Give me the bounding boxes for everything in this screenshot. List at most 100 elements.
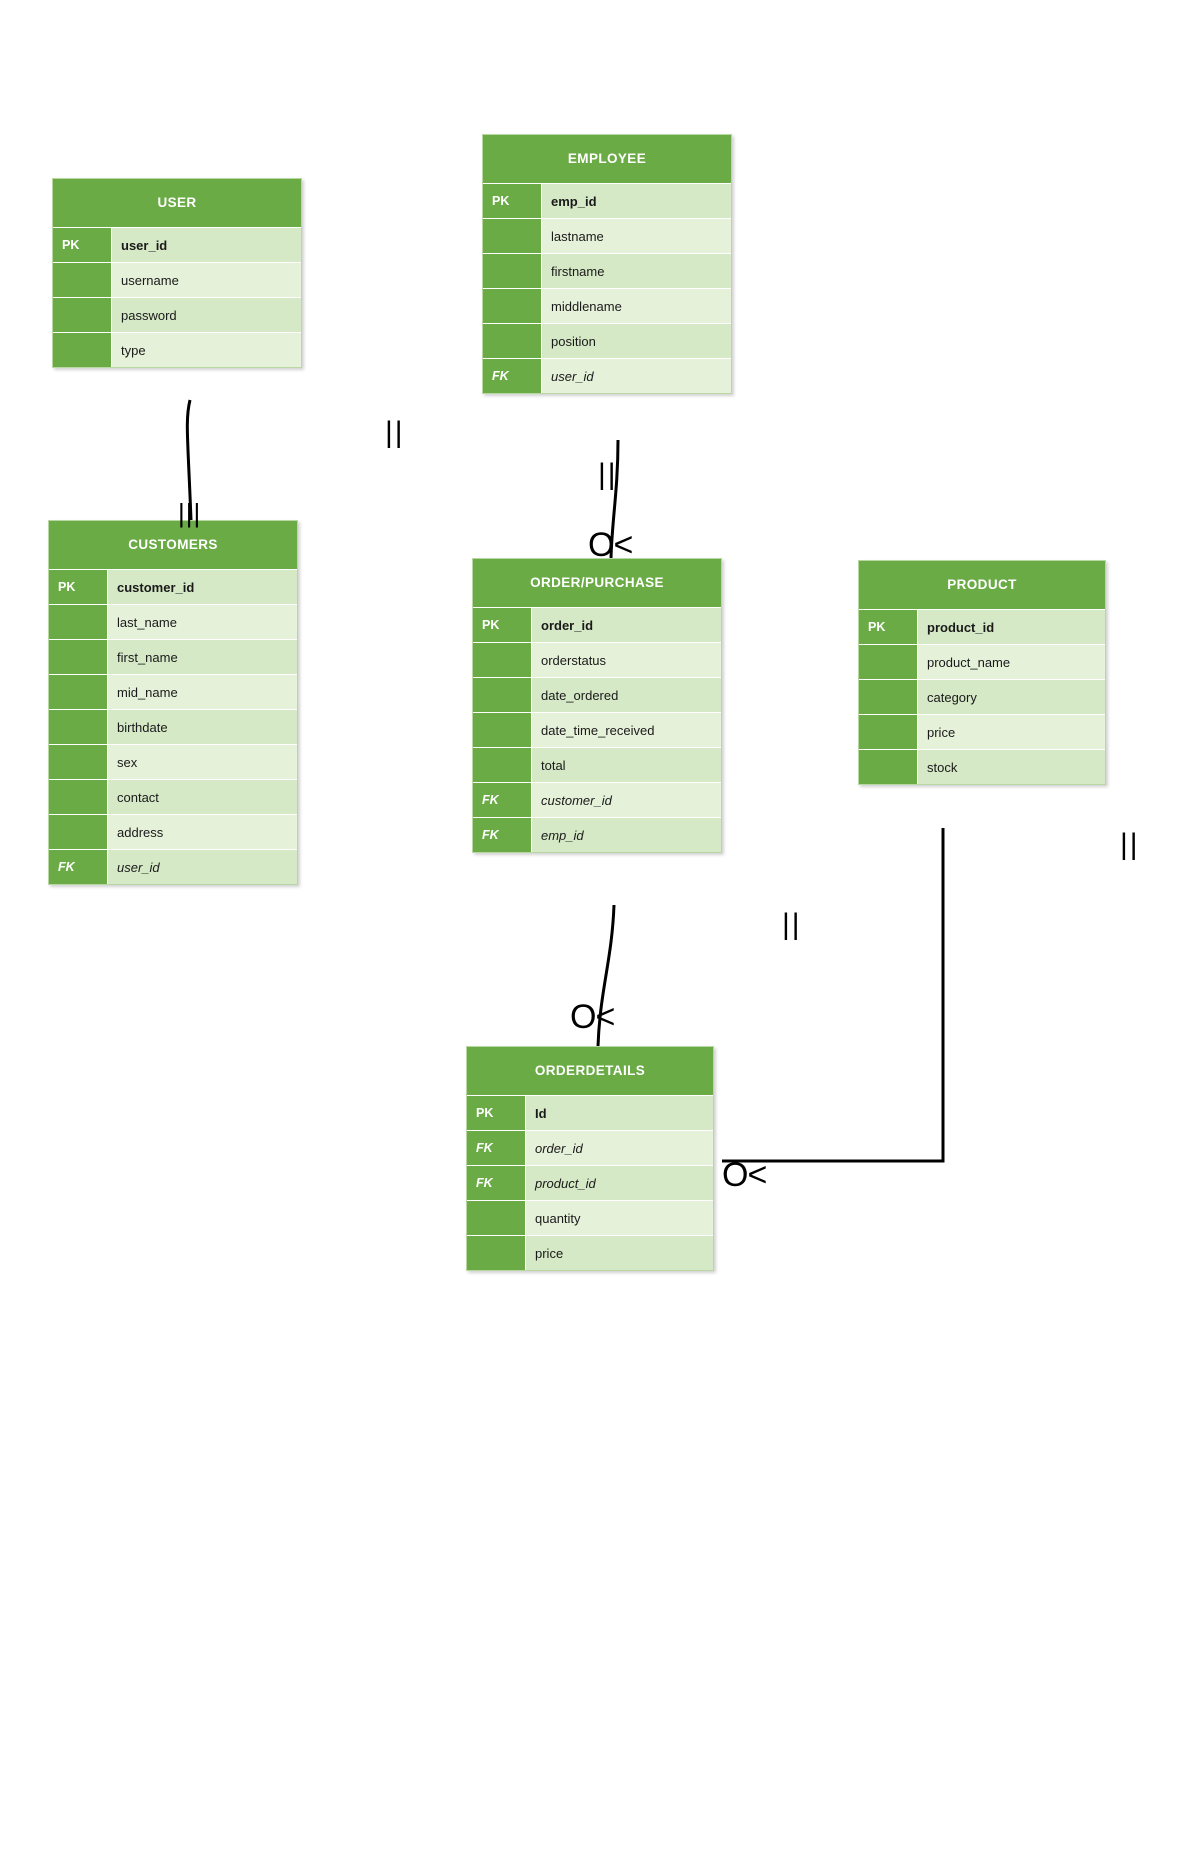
- field-name: user_id: [107, 850, 297, 884]
- cardinality-marker-order-many: O<: [588, 526, 633, 564]
- field-name: emp_id: [531, 818, 721, 852]
- table-row[interactable]: firstname: [483, 253, 731, 288]
- cardinality-marker-user-customers: |||: [178, 498, 202, 528]
- table-row[interactable]: password: [53, 297, 301, 332]
- entity-title-employee: EMPLOYEE: [483, 135, 731, 183]
- table-row[interactable]: type: [53, 332, 301, 367]
- entity-fields-order-purchase: PK order_id orderstatus date_ordered dat…: [473, 607, 721, 852]
- table-row[interactable]: price: [859, 714, 1105, 749]
- table-row[interactable]: quantity: [467, 1200, 713, 1235]
- entity-customers[interactable]: CUSTOMERS PK customer_id last_name first…: [48, 520, 298, 885]
- field-name: quantity: [525, 1201, 713, 1235]
- table-row[interactable]: FK customer_id: [473, 782, 721, 817]
- table-row[interactable]: PK product_id: [859, 609, 1105, 644]
- field-name: username: [111, 263, 301, 297]
- field-key: [859, 715, 917, 749]
- field-name: last_name: [107, 605, 297, 639]
- field-key: [859, 750, 917, 784]
- field-key: FK: [473, 818, 531, 852]
- entity-user[interactable]: USER PK user_id username password type: [52, 178, 302, 368]
- table-row[interactable]: sex: [49, 744, 297, 779]
- entity-fields-user: PK user_id username password type: [53, 227, 301, 367]
- field-key: [483, 289, 541, 323]
- field-name: date_ordered: [531, 678, 721, 712]
- field-key: PK: [49, 570, 107, 604]
- entity-title-user: USER: [53, 179, 301, 227]
- table-row[interactable]: lastname: [483, 218, 731, 253]
- table-row[interactable]: PK user_id: [53, 227, 301, 262]
- table-row[interactable]: birthdate: [49, 709, 297, 744]
- field-name: birthdate: [107, 710, 297, 744]
- field-key: [49, 745, 107, 779]
- field-name: price: [917, 715, 1105, 749]
- entity-order-purchase[interactable]: ORDER/PURCHASE PK order_id orderstatus d…: [472, 558, 722, 853]
- entity-product[interactable]: PRODUCT PK product_id product_name categ…: [858, 560, 1106, 785]
- entity-title-customers: CUSTOMERS: [49, 521, 297, 569]
- table-row[interactable]: contact: [49, 779, 297, 814]
- table-row[interactable]: position: [483, 323, 731, 358]
- field-key: [467, 1236, 525, 1270]
- table-row[interactable]: FK order_id: [467, 1130, 713, 1165]
- field-name: category: [917, 680, 1105, 714]
- table-row[interactable]: stock: [859, 749, 1105, 784]
- field-name: type: [111, 333, 301, 367]
- field-name: date_time_received: [531, 713, 721, 747]
- cardinality-marker-employee-order: ||: [598, 458, 618, 491]
- entity-fields-customers: PK customer_id last_name first_name mid_…: [49, 569, 297, 884]
- table-row[interactable]: FK emp_id: [473, 817, 721, 852]
- table-row[interactable]: first_name: [49, 639, 297, 674]
- field-key: FK: [467, 1131, 525, 1165]
- field-name: order_id: [525, 1131, 713, 1165]
- field-key: [859, 680, 917, 714]
- table-row[interactable]: total: [473, 747, 721, 782]
- table-row[interactable]: PK customer_id: [49, 569, 297, 604]
- field-name: stock: [917, 750, 1105, 784]
- field-name: product_id: [525, 1166, 713, 1200]
- field-key: [473, 713, 531, 747]
- entity-fields-orderdetails: PK Id FK order_id FK product_id quantity…: [467, 1095, 713, 1270]
- field-name: address: [107, 815, 297, 849]
- field-name: product_name: [917, 645, 1105, 679]
- table-row[interactable]: last_name: [49, 604, 297, 639]
- field-key: PK: [859, 610, 917, 644]
- field-name: customer_id: [531, 783, 721, 817]
- field-name: password: [111, 298, 301, 332]
- table-row[interactable]: PK emp_id: [483, 183, 731, 218]
- field-key: [473, 748, 531, 782]
- table-row[interactable]: category: [859, 679, 1105, 714]
- field-key: [467, 1201, 525, 1235]
- table-row[interactable]: FK user_id: [483, 358, 731, 393]
- field-key: PK: [53, 228, 111, 262]
- table-row[interactable]: orderstatus: [473, 642, 721, 677]
- field-name: position: [541, 324, 731, 358]
- field-name: lastname: [541, 219, 731, 253]
- table-row[interactable]: price: [467, 1235, 713, 1270]
- table-row[interactable]: product_name: [859, 644, 1105, 679]
- field-name: price: [525, 1236, 713, 1270]
- table-row[interactable]: middlename: [483, 288, 731, 323]
- field-key: PK: [467, 1096, 525, 1130]
- table-row[interactable]: FK product_id: [467, 1165, 713, 1200]
- table-row[interactable]: FK user_id: [49, 849, 297, 884]
- table-row[interactable]: mid_name: [49, 674, 297, 709]
- field-name: emp_id: [541, 184, 731, 218]
- field-key: [49, 815, 107, 849]
- cardinality-marker-employee-left: ||: [385, 416, 405, 449]
- table-row[interactable]: PK Id: [467, 1095, 713, 1130]
- field-key: [483, 254, 541, 288]
- entity-title-orderdetails: ORDERDETAILS: [467, 1047, 713, 1095]
- field-name: first_name: [107, 640, 297, 674]
- field-name: contact: [107, 780, 297, 814]
- entity-title-product: PRODUCT: [859, 561, 1105, 609]
- entity-orderdetails[interactable]: ORDERDETAILS PK Id FK order_id FK produc…: [466, 1046, 714, 1271]
- field-name: Id: [525, 1096, 713, 1130]
- cardinality-marker-product-right: ||: [1120, 828, 1140, 861]
- table-row[interactable]: date_ordered: [473, 677, 721, 712]
- entity-employee[interactable]: EMPLOYEE PK emp_id lastname firstname mi…: [482, 134, 732, 394]
- table-row[interactable]: date_time_received: [473, 712, 721, 747]
- table-row[interactable]: address: [49, 814, 297, 849]
- table-row[interactable]: username: [53, 262, 301, 297]
- table-row[interactable]: PK order_id: [473, 607, 721, 642]
- field-key: [473, 643, 531, 677]
- field-key: [473, 678, 531, 712]
